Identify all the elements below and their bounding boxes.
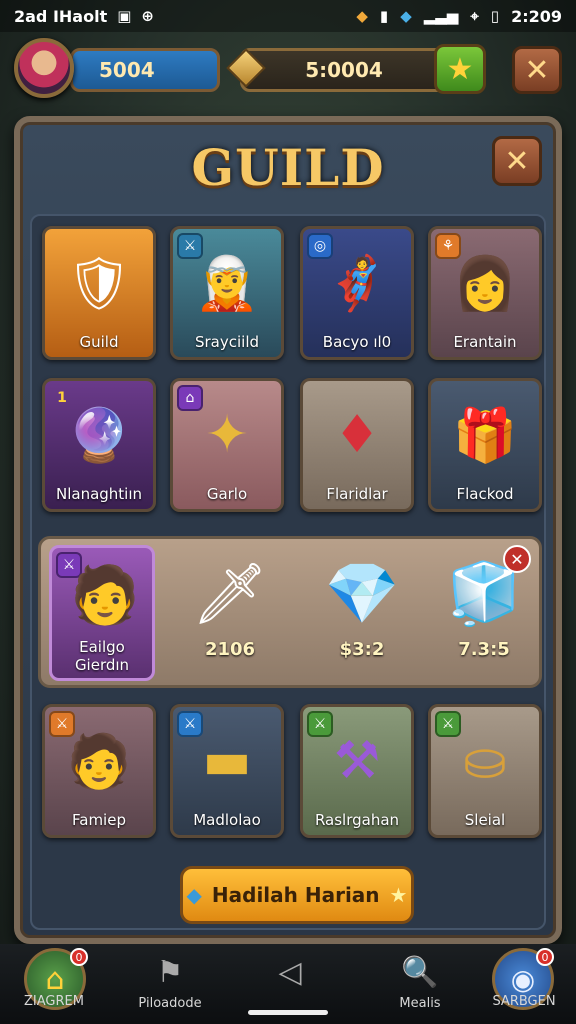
hero-portrait-icon: 🦸 bbox=[324, 253, 390, 314]
gift-chest-icon: 🎁 bbox=[452, 405, 518, 466]
resource-bar: 5004 5:0004 ★ ✕ bbox=[0, 38, 576, 108]
card-label: Flackod bbox=[456, 485, 514, 503]
status-time: 2:209 bbox=[511, 6, 562, 26]
blue-crystal-icon: 💎 bbox=[324, 559, 400, 629]
nav-label: Mealis bbox=[399, 996, 441, 1011]
close-icon: ✕ bbox=[504, 143, 530, 179]
card-label: Erantain bbox=[453, 333, 517, 351]
nav-right-label-wrap: SARBGEN bbox=[474, 994, 574, 1022]
featured-item-value: $3:2 bbox=[339, 639, 385, 660]
hero-portrait-icon: 🧑 bbox=[66, 731, 132, 792]
nav-item-piloadode[interactable]: ⚑ Piloadode bbox=[120, 950, 220, 1024]
featured-offer[interactable]: ⚔ 🧑 Eailgo Gierdın 🗡 2106 💎 $3:2 🧊 7.3:5… bbox=[38, 536, 542, 688]
hero-portrait-icon: 🧝 bbox=[194, 253, 260, 314]
guild-panel: GUILD ✕ 🛡 Guild ⚔ 🧝 Srayciild ◎ 🦸 Bacyo … bbox=[14, 116, 562, 944]
gold-bar-icon: ▬ bbox=[202, 731, 252, 791]
battery-icon: ▯ bbox=[490, 7, 500, 25]
location-icon: ⌖ bbox=[470, 7, 479, 25]
card-sleial[interactable]: ⚔ ⛀ Sleial bbox=[428, 704, 542, 838]
crystal-sword-icon: 🔮 bbox=[66, 405, 132, 466]
card-famiep[interactable]: ⚔ 🧑 Famiep bbox=[42, 704, 156, 838]
card-label: Srayciild bbox=[194, 333, 260, 351]
featured-item-value: 2106 bbox=[204, 639, 256, 660]
featured-item-sword[interactable]: 🗡 2106 bbox=[175, 549, 285, 679]
home-indicator[interactable] bbox=[248, 1010, 328, 1015]
cast-icon: ⊕ bbox=[141, 7, 154, 25]
card-label: Sleial bbox=[464, 811, 506, 829]
signal-icon: ▂▃▅ bbox=[423, 7, 459, 25]
featured-hero-card[interactable]: ⚔ 🧑 Eailgo Gierdın bbox=[49, 545, 155, 681]
card-erantain[interactable]: ⚘ 👩 Erantain bbox=[428, 226, 542, 360]
secondary-currency-value: 5:0004 bbox=[305, 58, 383, 82]
hero-portrait-icon: 👩 bbox=[452, 253, 518, 314]
star-add-button[interactable]: ★ bbox=[434, 44, 486, 94]
sim-icon: ▮ bbox=[379, 7, 389, 25]
photo-icon: ▣ bbox=[117, 7, 132, 25]
gem-icon: ◆ bbox=[186, 883, 202, 907]
card-label: Bacyo ıl0 bbox=[322, 333, 392, 351]
card-flackod[interactable]: 🎁 Flackod bbox=[428, 378, 542, 512]
primary-currency-value: 5004 bbox=[99, 58, 155, 82]
panel-close-button[interactable]: ✕ bbox=[492, 136, 542, 186]
card-nlanaghtiin[interactable]: 1 🔮 Nlanaghtiın bbox=[42, 378, 156, 512]
star-icon: ★ bbox=[446, 51, 474, 87]
hammer-icon: ⚒ bbox=[333, 731, 381, 791]
featured-item-value: 7.3:5 bbox=[458, 639, 510, 660]
home-icon: ⌂ bbox=[45, 961, 65, 997]
status-left-text: 2ad IHaolt bbox=[14, 6, 108, 26]
nav-home-label: ZIAGREM bbox=[24, 994, 84, 1009]
nav-item-mealis[interactable]: 🔍 Mealis bbox=[370, 950, 470, 1024]
scroll-icon: ⛀ bbox=[463, 731, 507, 791]
notification-badge: 0 bbox=[536, 948, 554, 966]
card-label: Guild bbox=[79, 333, 119, 351]
page-title: GUILD bbox=[191, 138, 385, 197]
diamond-icon: ◆ bbox=[356, 7, 368, 25]
nav-label: Piloadode bbox=[138, 996, 202, 1011]
featured-close-button[interactable]: ✕ bbox=[503, 545, 531, 573]
featured-item-crystal[interactable]: 💎 $3:2 bbox=[307, 549, 417, 679]
card-label: Nlanaghtiın bbox=[55, 485, 143, 503]
card-madlolao[interactable]: ⚔ ▬ Madlolao bbox=[170, 704, 284, 838]
nav-right-label: SARBGEN bbox=[492, 994, 556, 1009]
purple-sword-icon: 🗡 bbox=[191, 559, 269, 629]
back-icon: ◁ bbox=[278, 955, 302, 990]
hero-portrait-icon: 🧑 bbox=[70, 563, 140, 628]
card-label: Garlo bbox=[206, 485, 248, 503]
flag-icon: ⚑ bbox=[156, 955, 184, 990]
hero-portrait-icon: 🛡 bbox=[65, 253, 132, 314]
close-icon: ✕ bbox=[524, 52, 550, 88]
panel-content: 🛡 Guild ⚔ 🧝 Srayciild ◎ 🦸 Bacyo ıl0 ⚘ 👩 … bbox=[30, 214, 546, 930]
star-icon: ★ bbox=[389, 883, 408, 907]
card-flaridlar[interactable]: ♦ Flaridlar bbox=[300, 378, 414, 512]
card-garlo[interactable]: ⌂ ✦ Garlo bbox=[170, 378, 284, 512]
search-icon: 🔍 bbox=[401, 955, 439, 990]
card-label: Raslrgahan bbox=[314, 811, 400, 829]
status-bar: 2ad IHaolt ▣ ⊕ ◆ ▮ ◆ ▂▃▅ ⌖ ▯ 2:209 bbox=[0, 0, 576, 32]
gem-icon: ◆ bbox=[400, 7, 412, 25]
card-label: Madlolao bbox=[193, 811, 261, 829]
featured-hero-label: Eailgo Gierdın bbox=[74, 638, 130, 674]
card-guild[interactable]: 🛡 Guild bbox=[42, 226, 156, 360]
card-label: Flaridlar bbox=[326, 485, 388, 503]
secondary-currency[interactable]: 5:0004 bbox=[240, 48, 448, 92]
player-avatar[interactable] bbox=[14, 38, 74, 98]
ruby-bar-icon: ♦ bbox=[333, 405, 381, 465]
daily-reward-label: Hadilah Harian bbox=[211, 883, 380, 907]
card-label: Famiep bbox=[72, 811, 126, 829]
top-close-button[interactable]: ✕ bbox=[512, 46, 562, 94]
primary-currency[interactable]: 5004 bbox=[70, 48, 220, 92]
notification-badge: 0 bbox=[70, 948, 88, 966]
nav-home-label-wrap: ZIAGREM bbox=[4, 994, 104, 1022]
card-raslrgahan[interactable]: ⚔ ⚒ Raslrgahan bbox=[300, 704, 414, 838]
daily-reward-button[interactable]: ◆ Hadilah Harian ★ bbox=[180, 866, 414, 924]
globe-icon: ◉ bbox=[510, 962, 536, 996]
golden-key-icon: ✦ bbox=[205, 405, 249, 465]
card-srayciild[interactable]: ⚔ 🧝 Srayciild bbox=[170, 226, 284, 360]
close-icon: ✕ bbox=[510, 549, 524, 569]
card-bacyo[interactable]: ◎ 🦸 Bacyo ıl0 bbox=[300, 226, 414, 360]
